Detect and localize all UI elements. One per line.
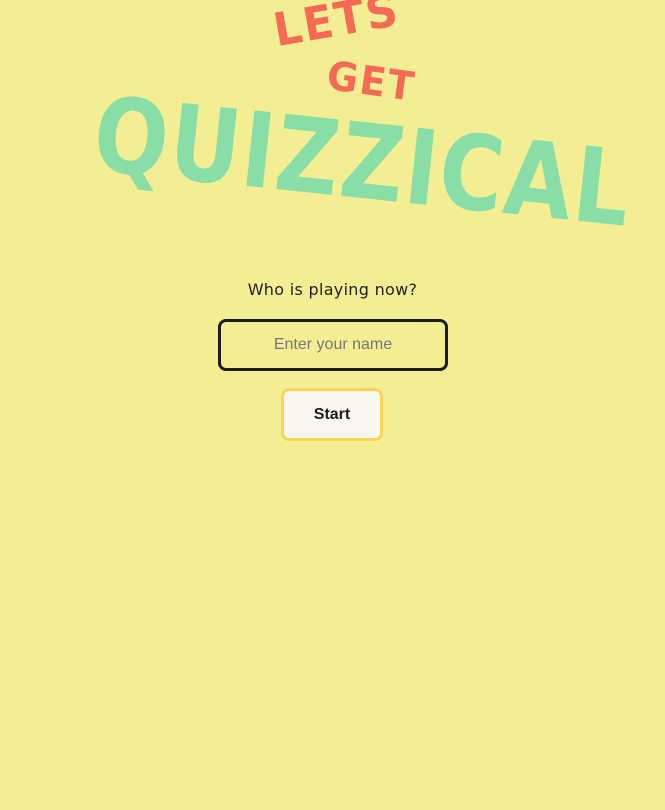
player-prompt: Who is playing now? bbox=[247, 280, 418, 299]
logo-text-lets: LETS bbox=[269, 0, 404, 58]
app-logo: LETS GET QUIZZICAL bbox=[0, 0, 665, 260]
player-name-input[interactable] bbox=[218, 319, 448, 371]
logo-text-quizzical: QUIZZICAL bbox=[88, 73, 638, 251]
start-button[interactable]: Start bbox=[281, 388, 383, 441]
